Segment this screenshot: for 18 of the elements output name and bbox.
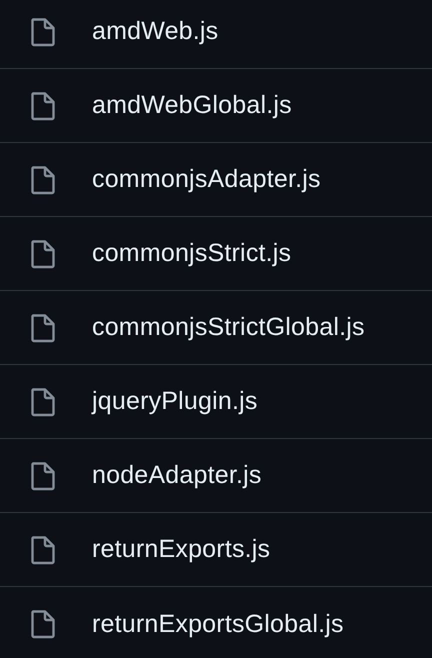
file-icon <box>30 312 56 342</box>
file-link[interactable]: commonjsAdapter.js <box>92 165 321 194</box>
file-icon <box>30 534 56 564</box>
file-icon <box>30 90 56 120</box>
file-icon <box>30 609 56 639</box>
file-icon <box>30 238 56 268</box>
file-icon <box>30 386 56 416</box>
file-link[interactable]: amdWebGlobal.js <box>92 91 292 120</box>
file-link[interactable]: nodeAdapter.js <box>92 461 262 490</box>
file-link[interactable]: jqueryPlugin.js <box>92 387 258 416</box>
file-link[interactable]: returnExports.js <box>92 535 270 564</box>
file-link[interactable]: commonjsStrict.js <box>92 239 292 268</box>
file-link[interactable]: commonjsStrictGlobal.js <box>92 313 365 342</box>
file-icon <box>30 16 56 46</box>
file-link[interactable]: amdWeb.js <box>92 17 218 46</box>
file-link[interactable]: returnExportsGlobal.js <box>92 610 344 638</box>
file-icon <box>30 460 56 490</box>
file-icon <box>30 164 56 194</box>
